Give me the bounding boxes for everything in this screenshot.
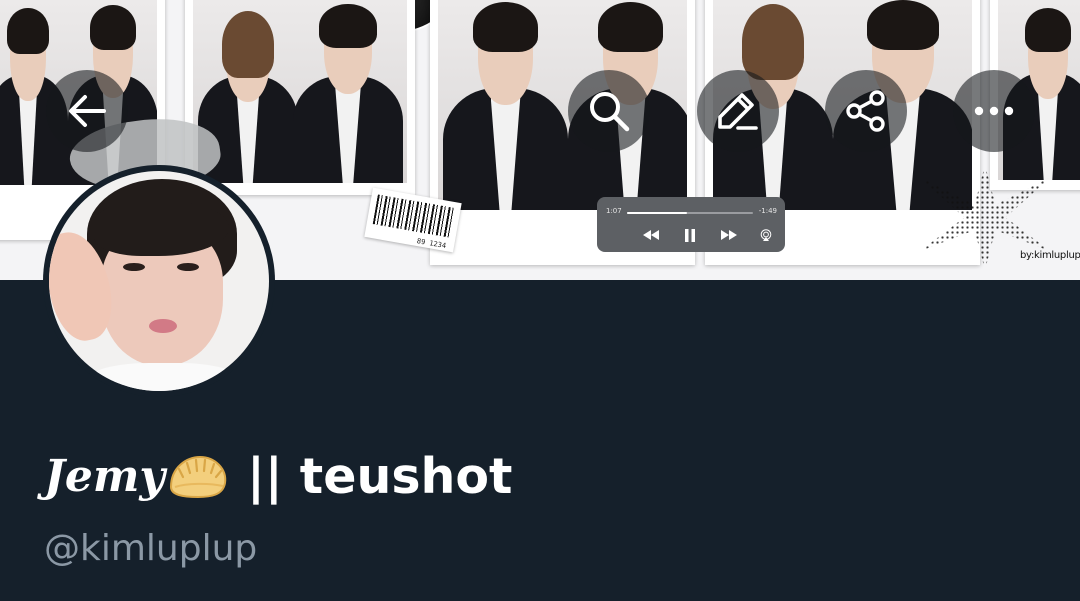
arrow-left-icon xyxy=(69,95,106,127)
user-handle: @kimluplup xyxy=(44,528,258,569)
player-remaining-time: -1:49 xyxy=(758,207,777,215)
dumpling-icon xyxy=(169,455,227,498)
pause-icon xyxy=(679,227,701,243)
share-icon xyxy=(846,90,885,132)
edit-button[interactable] xyxy=(697,70,779,152)
display-name-text: || teushot xyxy=(246,448,513,505)
more-button[interactable] xyxy=(953,70,1035,152)
more-horizontal-icon xyxy=(974,106,1014,116)
back-button[interactable] xyxy=(46,70,128,152)
search-icon xyxy=(590,92,630,132)
avatar[interactable] xyxy=(43,165,275,397)
avatar-image xyxy=(49,171,269,391)
search-button[interactable] xyxy=(568,70,650,152)
share-button[interactable] xyxy=(825,70,907,152)
banner-photo-card xyxy=(185,0,415,195)
pencil-icon xyxy=(718,93,758,130)
rewind-icon xyxy=(640,227,662,243)
fast-forward-icon xyxy=(718,227,740,243)
display-name: Jemy || teushot xyxy=(44,448,512,505)
banner-watermark: by:kimluplup xyxy=(1020,250,1080,261)
player-progress-track xyxy=(627,212,753,214)
airplay-icon xyxy=(755,227,777,243)
display-name-script: Jemy xyxy=(44,451,165,502)
music-player-widget: 1:07 -1:49 xyxy=(597,197,785,252)
player-elapsed-time: 1:07 xyxy=(606,207,622,215)
player-progress-fill xyxy=(627,212,688,214)
